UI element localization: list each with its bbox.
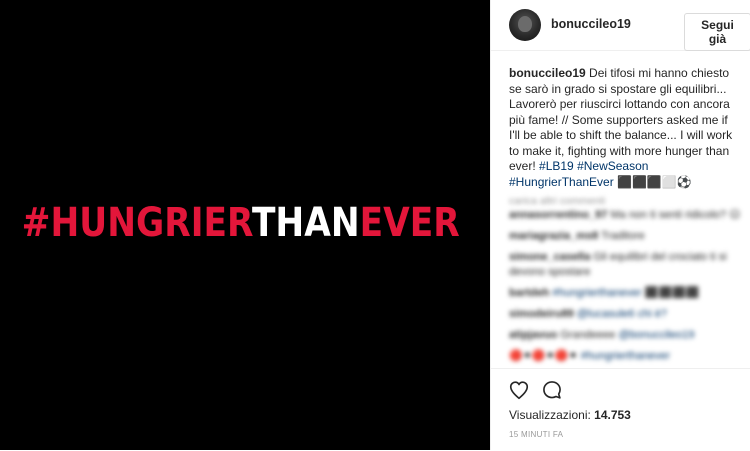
views-label: Visualizzazioni: xyxy=(509,408,595,422)
caption-text: Dei tifosi mi hanno chiesto se sarò in g… xyxy=(509,66,733,173)
load-more-comments-link[interactable]: carica altri commenti xyxy=(509,195,605,207)
caption-username[interactable]: bonuccileo19 xyxy=(509,66,586,80)
hashtag-graphic: #HUNGRIERTHANEVER xyxy=(22,200,460,246)
comments-list: annasorrentino_97 Ma non ti senti ridico… xyxy=(509,208,741,370)
post-timestamp[interactable]: 15 MINUTI FA xyxy=(509,430,563,439)
comment-tag[interactable]: #hungrierthanever ⬛⬛⬛⬛ xyxy=(552,287,699,299)
graphic-text-ever: EVER xyxy=(359,200,461,246)
comment-item: mariagrazia_ms8 Traditore xyxy=(509,229,741,244)
comment-icon[interactable] xyxy=(541,379,563,401)
header-username[interactable]: bonuccileo19 xyxy=(551,17,631,31)
graphic-text-than: THAN xyxy=(252,200,360,246)
caption-emoji: ⬛⬛⬛⬜⚽ xyxy=(613,174,692,189)
comment-tag[interactable]: #hungrierthanever xyxy=(581,350,670,362)
following-button[interactable]: Segui già xyxy=(684,13,750,51)
views-number: 14.753 xyxy=(594,408,631,422)
comment-username[interactable]: simone_casella xyxy=(509,251,590,263)
comment-item: simone_casella Gli equilibri del crociat… xyxy=(509,250,741,280)
comment-tag[interactable]: @lucasule6 chi è? xyxy=(577,308,667,320)
comment-text: Grandeeee xyxy=(557,329,619,341)
hashtag-hungrierthanever[interactable]: #HungrierThanEver xyxy=(509,175,614,189)
comment-text: Traditore xyxy=(598,230,645,242)
avatar[interactable] xyxy=(509,9,541,41)
comment-item: annasorrentino_97 Ma non ti senti ridico… xyxy=(509,208,741,223)
comment-item: 🔴⚫🔴⚫🔴⚫ #hungrierthanever xyxy=(509,349,741,364)
hashtag-lb19[interactable]: #LB19 xyxy=(539,159,574,173)
comment-text: Ma non ti senti ridicolo? 😐 xyxy=(607,209,741,221)
comment-text: 🔴⚫🔴⚫🔴⚫ xyxy=(509,350,581,362)
hashtag-newseason[interactable]: #NewSeason xyxy=(577,159,648,173)
post-actions: Visualizzazioni: 14.753 15 MINUTI FA xyxy=(491,368,750,451)
comment-username[interactable]: mariagrazia_ms8 xyxy=(509,230,598,242)
views-count[interactable]: Visualizzazioni: 14.753 xyxy=(509,408,631,422)
comment-item: bartdeh #hungrierthanever ⬛⬛⬛⬛ xyxy=(509,286,741,301)
comment-item: simodeiru89 @lucasule6 chi è? xyxy=(509,307,741,322)
comment-username[interactable]: bartdeh xyxy=(509,287,549,299)
post-media[interactable]: #HUNGRIERTHANEVER xyxy=(0,0,490,450)
comment-tag[interactable]: @bonuccileo19 xyxy=(618,329,694,341)
comment-username[interactable]: atipjavuo xyxy=(509,329,557,341)
graphic-text-hungrier: #HUNGRIER xyxy=(21,200,253,246)
comment-username[interactable]: simodeiru89 xyxy=(509,308,574,320)
heart-icon[interactable] xyxy=(508,379,530,401)
post-header: bonuccileo19 Segui già xyxy=(491,0,750,51)
comment-username[interactable]: annasorrentino_97 xyxy=(509,209,607,221)
post-sidebar: bonuccileo19 Segui già bonuccileo19 Dei … xyxy=(490,0,750,450)
comment-item: atipjavuo Grandeeee @bonuccileo19 xyxy=(509,328,741,343)
post-caption: bonuccileo19 Dei tifosi mi hanno chiesto… xyxy=(509,66,741,190)
